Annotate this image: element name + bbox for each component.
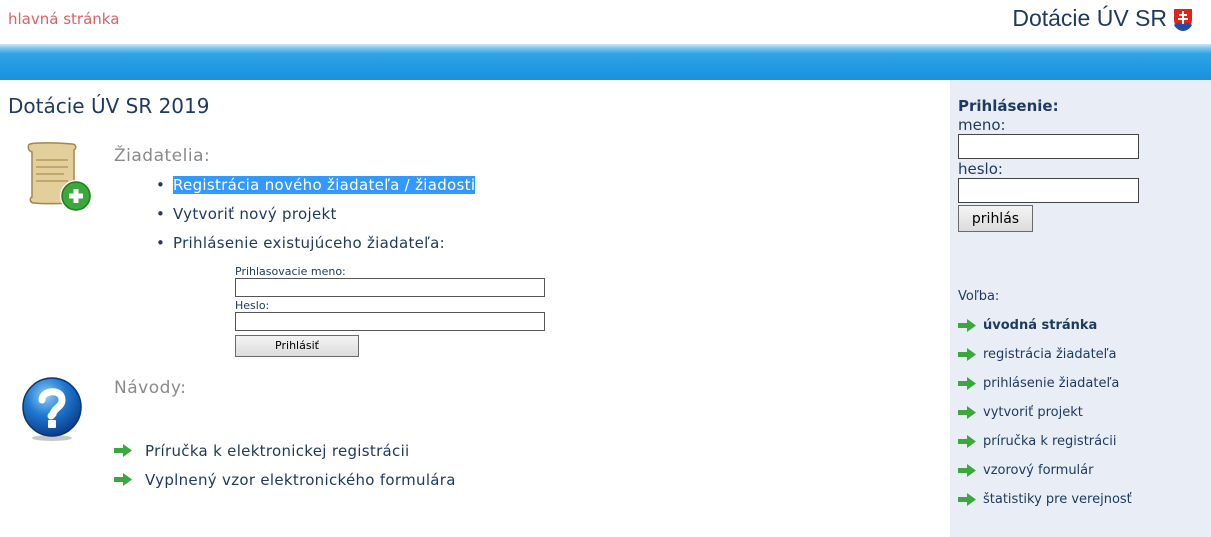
sidebar-item-create-project[interactable]: vytvoriť projekt [958, 405, 1132, 434]
slovak-emblem-icon [1173, 8, 1193, 32]
sidebar: Prihlásenie: meno: heslo: prihlás Voľba:… [950, 80, 1211, 537]
main-content: Dotácie ÚV SR 2019 Žiadatelia: Registrác… [0, 80, 948, 537]
green-arrow-icon [114, 473, 132, 486]
login-username-input[interactable] [235, 278, 545, 297]
navigation-bar [0, 44, 1211, 80]
sidebar-item-label[interactable]: vytvoriť projekt [983, 405, 1083, 420]
guides-list: Príručka k elektronickej registrácii Vyp… [114, 442, 456, 500]
sidebar-item-statistics[interactable]: štatistiky pre verejnosť [958, 492, 1132, 521]
sidebar-item-label[interactable]: príručka k registrácii [983, 434, 1116, 449]
green-arrow-icon [958, 319, 976, 332]
list-item-login-existing: Prihlásenie existujúceho žiadateľa: [156, 234, 475, 263]
login-password-input[interactable] [235, 312, 545, 331]
green-arrow-icon [958, 377, 976, 390]
login-submit-button[interactable]: Prihlásiť [235, 334, 359, 357]
sidebar-username-input[interactable] [958, 134, 1139, 159]
green-arrow-icon [958, 493, 976, 506]
green-arrow-icon [958, 348, 976, 361]
applicant-login-form: Prihlasovacie meno: Heslo: Prihlásiť [235, 266, 547, 357]
sidebar-item-login[interactable]: prihlásenie žiadateľa [958, 376, 1132, 405]
scroll-add-icon [27, 142, 92, 212]
sidebar-login-title: Prihlásenie: [958, 97, 1059, 115]
sidebar-item-label[interactable]: štatistiky pre verejnosť [983, 492, 1132, 507]
create-project-link[interactable]: Vytvoriť nový projekt [173, 205, 337, 223]
applicant-actions-list: Registrácia nového žiadateľa / žiadosti … [156, 176, 476, 263]
applicants-title: Žiadatelia: [114, 146, 211, 166]
register-applicant-link[interactable]: Registrácia nového žiadateľa / žiadosti [173, 176, 476, 194]
help-question-icon [22, 377, 82, 441]
green-arrow-icon [958, 406, 976, 419]
sidebar-item-register[interactable]: registrácia žiadateľa [958, 347, 1132, 376]
sidebar-item-label[interactable]: úvodná stránka [983, 318, 1097, 333]
green-arrow-icon [114, 444, 132, 457]
guide-manual-link[interactable]: Príručka k elektronickej registrácii [145, 442, 410, 460]
page-title: Dotácie ÚV SR 2019 [8, 94, 210, 118]
guide-sample-form-link[interactable]: Vyplnený vzor elektronického formulára [145, 471, 456, 489]
sidebar-username-label: meno: [958, 116, 1006, 134]
login-password-label: Heslo: [235, 299, 270, 312]
sidebar-menu-label: Voľba: [958, 289, 1000, 304]
home-link[interactable]: hlavná stránka [8, 10, 119, 28]
list-item-register-applicant[interactable]: Registrácia nového žiadateľa / žiadosti [156, 176, 476, 205]
guide-item-sample-form[interactable]: Vyplnený vzor elektronického formulára [114, 471, 456, 500]
sidebar-item-home[interactable]: úvodná stránka [958, 318, 1132, 347]
green-arrow-icon [958, 464, 976, 477]
sidebar-login-button[interactable]: prihlás [958, 205, 1033, 232]
sidebar-item-label[interactable]: vzorový formulár [983, 463, 1093, 478]
site-title: Dotácie ÚV SR [1012, 5, 1167, 31]
list-item-create-project[interactable]: Vytvoriť nový projekt [156, 205, 475, 234]
sidebar-item-label[interactable]: prihlásenie žiadateľa [983, 376, 1119, 391]
sidebar-item-label[interactable]: registrácia žiadateľa [983, 347, 1117, 362]
sidebar-password-label: heslo: [958, 160, 1003, 178]
sidebar-menu: úvodná stránka registrácia žiadateľa pri… [958, 318, 1132, 521]
guide-item-manual[interactable]: Príručka k elektronickej registrácii [114, 442, 456, 471]
header: hlavná stránka Dotácie ÚV SR [0, 0, 1211, 44]
sidebar-password-input[interactable] [958, 178, 1139, 203]
guides-title: Návody: [114, 378, 187, 398]
sidebar-item-sample-form[interactable]: vzorový formulár [958, 463, 1132, 492]
sidebar-item-manual[interactable]: príručka k registrácii [958, 434, 1132, 463]
login-existing-label: Prihlásenie existujúceho žiadateľa: [173, 234, 445, 252]
login-username-label: Prihlasovacie meno: [235, 265, 346, 278]
green-arrow-icon [958, 435, 976, 448]
